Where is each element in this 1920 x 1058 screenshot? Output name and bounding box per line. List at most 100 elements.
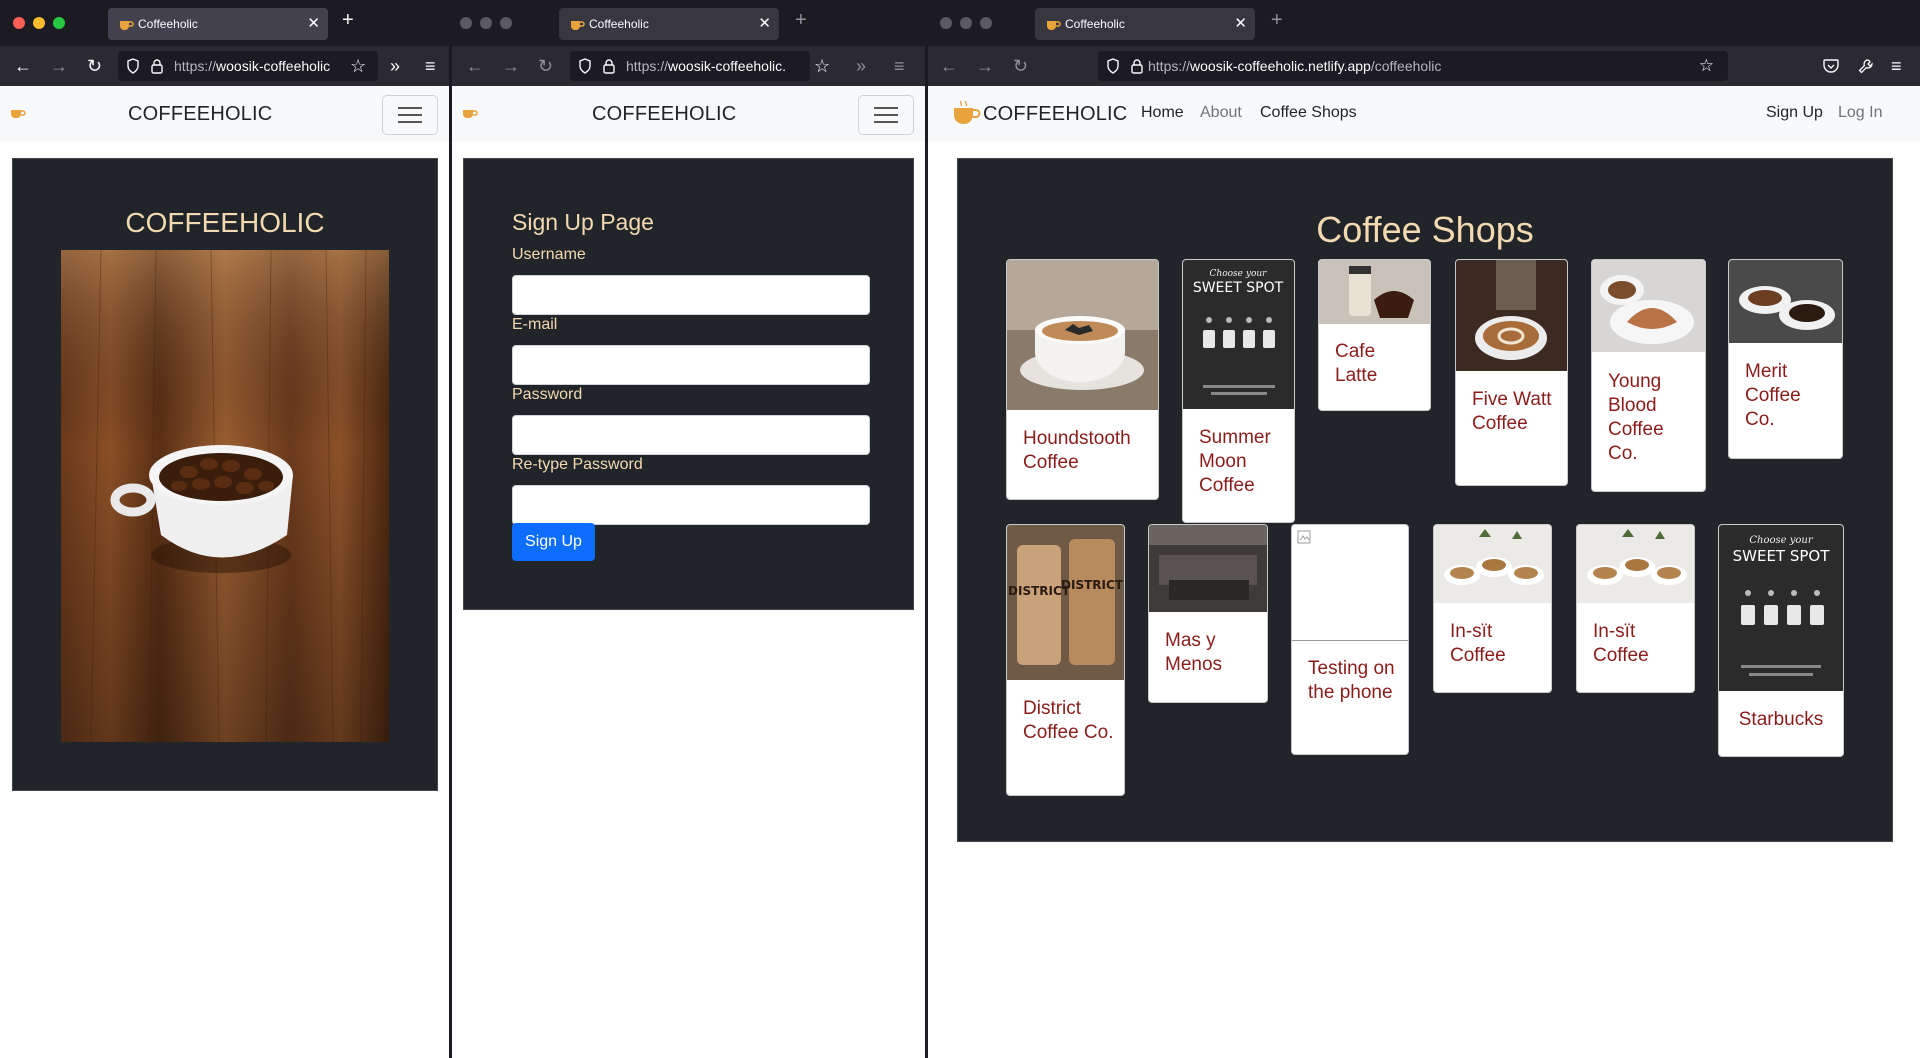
close-tab-icon[interactable]: ✕ [1234, 14, 1247, 32]
arrow-left-icon[interactable]: ← [466, 55, 484, 77]
coffee-cup-icon [954, 100, 981, 124]
latte-art-image [1456, 260, 1567, 371]
coffee-shops-panel: Coffee Shops Houndstooth Coffee Choose y… [957, 158, 1893, 842]
bookmark-star-icon[interactable]: ☆ [814, 55, 830, 77]
address-bar[interactable]: https://woosik-coffeeholic.netlify.app/c… [1098, 51, 1728, 81]
minimize-window-button[interactable] [480, 17, 492, 29]
url-text: https://woosik-coffeeholic.netlify.app/c… [1148, 58, 1442, 74]
hamburger-menu-icon[interactable]: ≡ [1891, 55, 1902, 77]
tab-strip: Coffeeholic ✕ + [0, 0, 449, 46]
shop-card[interactable]: Houndstooth Coffee [1006, 259, 1159, 500]
bookmark-star-icon[interactable]: ☆ [1699, 56, 1714, 76]
site-brand[interactable]: COFFEEHOLIC [983, 103, 1127, 126]
chevrons-right-icon[interactable]: » [856, 55, 866, 77]
tab-title: Coffeeholic [589, 17, 649, 31]
shop-card[interactable]: DISTRICT DISTRICT District Coffee Co. [1006, 524, 1125, 796]
close-tab-icon[interactable]: ✕ [307, 14, 320, 32]
reload-icon[interactable]: ↻ [1013, 55, 1028, 77]
email-field[interactable] [512, 345, 870, 385]
new-tab-button[interactable]: + [795, 9, 807, 32]
chevrons-right-icon[interactable]: » [390, 55, 400, 77]
password-label: Password [512, 386, 583, 403]
latte-cup-image [1007, 260, 1158, 410]
shop-card[interactable]: Young Blood Coffee Co. [1591, 259, 1706, 492]
sweet-spot-poster-image: Choose your SWEET SPOT [1719, 525, 1843, 691]
browser-tab[interactable]: Coffeeholic ✕ [108, 8, 328, 40]
shop-card[interactable]: In-sït Coffee [1576, 524, 1695, 693]
minimize-window-button[interactable] [33, 17, 45, 29]
coffee-table-image [1434, 525, 1551, 603]
close-window-button[interactable] [940, 17, 952, 29]
reload-icon[interactable]: ↻ [87, 55, 102, 77]
svg-text:DISTRICT: DISTRICT [1061, 578, 1124, 592]
shop-card[interactable]: Mas y Menos [1148, 524, 1268, 703]
coffee-cups-image [1729, 260, 1842, 343]
shop-card[interactable]: In-sït Coffee [1433, 524, 1552, 693]
arrow-right-icon[interactable]: → [50, 55, 68, 77]
nav-link-home[interactable]: Home [1141, 104, 1184, 122]
url-text: https://woosik-coffeeholic [174, 58, 331, 74]
nav-link-coffee-shops[interactable]: Coffee Shops [1260, 104, 1357, 122]
username-field[interactable] [512, 275, 870, 315]
zoom-window-button[interactable] [53, 17, 65, 29]
retype-password-field[interactable] [512, 485, 870, 525]
browser-tab[interactable]: Coffeeholic ✕ [559, 8, 779, 40]
shop-card[interactable]: Cafe Latte [1318, 259, 1431, 411]
browser-toolbar: ← → ↻ https://woosik-coffeeholic.netlify… [928, 46, 1920, 86]
address-bar[interactable]: https://woosik-coffeeholic [118, 51, 378, 81]
nav-link-about[interactable]: About [1200, 104, 1242, 122]
close-window-button[interactable] [460, 17, 472, 29]
browser-toolbar: ← → ↻ https://woosik-coffeeholic. ☆ » ≡ [452, 46, 925, 86]
nav-link-signup[interactable]: Sign Up [1766, 104, 1823, 122]
address-bar[interactable]: https://woosik-coffeeholic. [570, 51, 810, 81]
shop-card[interactable]: Choose your SWEET SPOT Summer Moon Coffe… [1182, 259, 1295, 523]
site-brand[interactable]: COFFEEHOLIC [128, 103, 272, 126]
hamburger-menu-icon[interactable]: ≡ [894, 55, 905, 77]
arrow-right-icon[interactable]: → [976, 55, 994, 77]
browser-window-mobile-home: Coffeeholic ✕ + ← → ↻ https://woosik-cof… [0, 0, 449, 1058]
reload-icon[interactable]: ↻ [538, 55, 553, 77]
navbar-toggler-button[interactable] [858, 95, 914, 135]
tab-strip: Coffeeholic ✕ + [928, 0, 1920, 46]
nav-link-login[interactable]: Log In [1838, 104, 1882, 122]
pocket-icon[interactable] [1823, 59, 1839, 74]
minimize-window-button[interactable] [960, 17, 972, 29]
shop-name: Starbucks [1738, 709, 1824, 730]
arrow-left-icon[interactable]: ← [940, 55, 958, 77]
cafe-interior-image [1149, 525, 1267, 612]
arrow-left-icon[interactable]: ← [14, 55, 32, 77]
site-brand[interactable]: COFFEEHOLIC [592, 103, 736, 126]
hero-panel: COFFEEHOLIC [12, 158, 438, 791]
new-tab-button[interactable]: + [342, 9, 354, 32]
new-tab-button[interactable]: + [1271, 9, 1283, 32]
shop-card[interactable]: Five Watt Coffee [1455, 259, 1568, 486]
navbar-toggler-button[interactable] [382, 95, 438, 135]
shop-name: In-sït Coffee [1593, 621, 1649, 666]
close-window-button[interactable] [13, 17, 25, 29]
shop-name: Houndstooth Coffee [1023, 428, 1131, 473]
lock-icon [1131, 59, 1143, 74]
password-field[interactable] [512, 415, 870, 455]
signup-submit-button[interactable]: Sign Up [512, 523, 595, 561]
shop-card[interactable]: Testing on the phone [1291, 524, 1409, 755]
browser-tab[interactable]: Coffeeholic ✕ [1035, 8, 1255, 40]
arrow-right-icon[interactable]: → [502, 55, 520, 77]
shop-card[interactable]: Choose your SWEET SPOT Starbucks [1718, 524, 1844, 757]
bookmark-star-icon[interactable]: ☆ [350, 55, 366, 77]
zoom-window-button[interactable] [980, 17, 992, 29]
shop-card[interactable]: Merit Coffee Co. [1728, 259, 1843, 459]
coffee-pastry-image [1592, 260, 1705, 352]
close-tab-icon[interactable]: ✕ [758, 14, 771, 32]
tab-strip: Coffeeholic ✕ + [452, 0, 925, 46]
shop-name: Five Watt Coffee [1472, 389, 1552, 434]
url-text: https://woosik-coffeeholic. [626, 58, 787, 74]
site-navbar: COFFEEHOLIC [452, 86, 925, 142]
shield-icon [1107, 58, 1119, 74]
hamburger-menu-icon[interactable]: ≡ [425, 55, 436, 77]
section-title: Coffee Shops [1316, 209, 1534, 250]
shop-name: Summer Moon Coffee [1199, 427, 1271, 496]
shop-name: In-sït Coffee [1450, 621, 1506, 666]
shop-name: Testing on the phone [1308, 658, 1395, 703]
zoom-window-button[interactable] [500, 17, 512, 29]
wrench-icon[interactable] [1858, 58, 1874, 74]
